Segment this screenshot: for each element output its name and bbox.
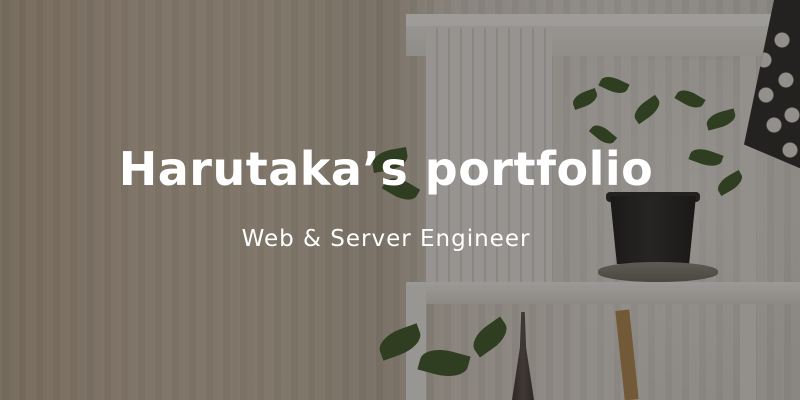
dark-overlay bbox=[0, 0, 800, 400]
page-subtitle: Web & Server Engineer bbox=[241, 226, 531, 252]
hero-section: Harutaka’s portfolio Web & Server Engine… bbox=[0, 0, 800, 400]
page-title: Harutaka’s portfolio bbox=[118, 142, 654, 196]
